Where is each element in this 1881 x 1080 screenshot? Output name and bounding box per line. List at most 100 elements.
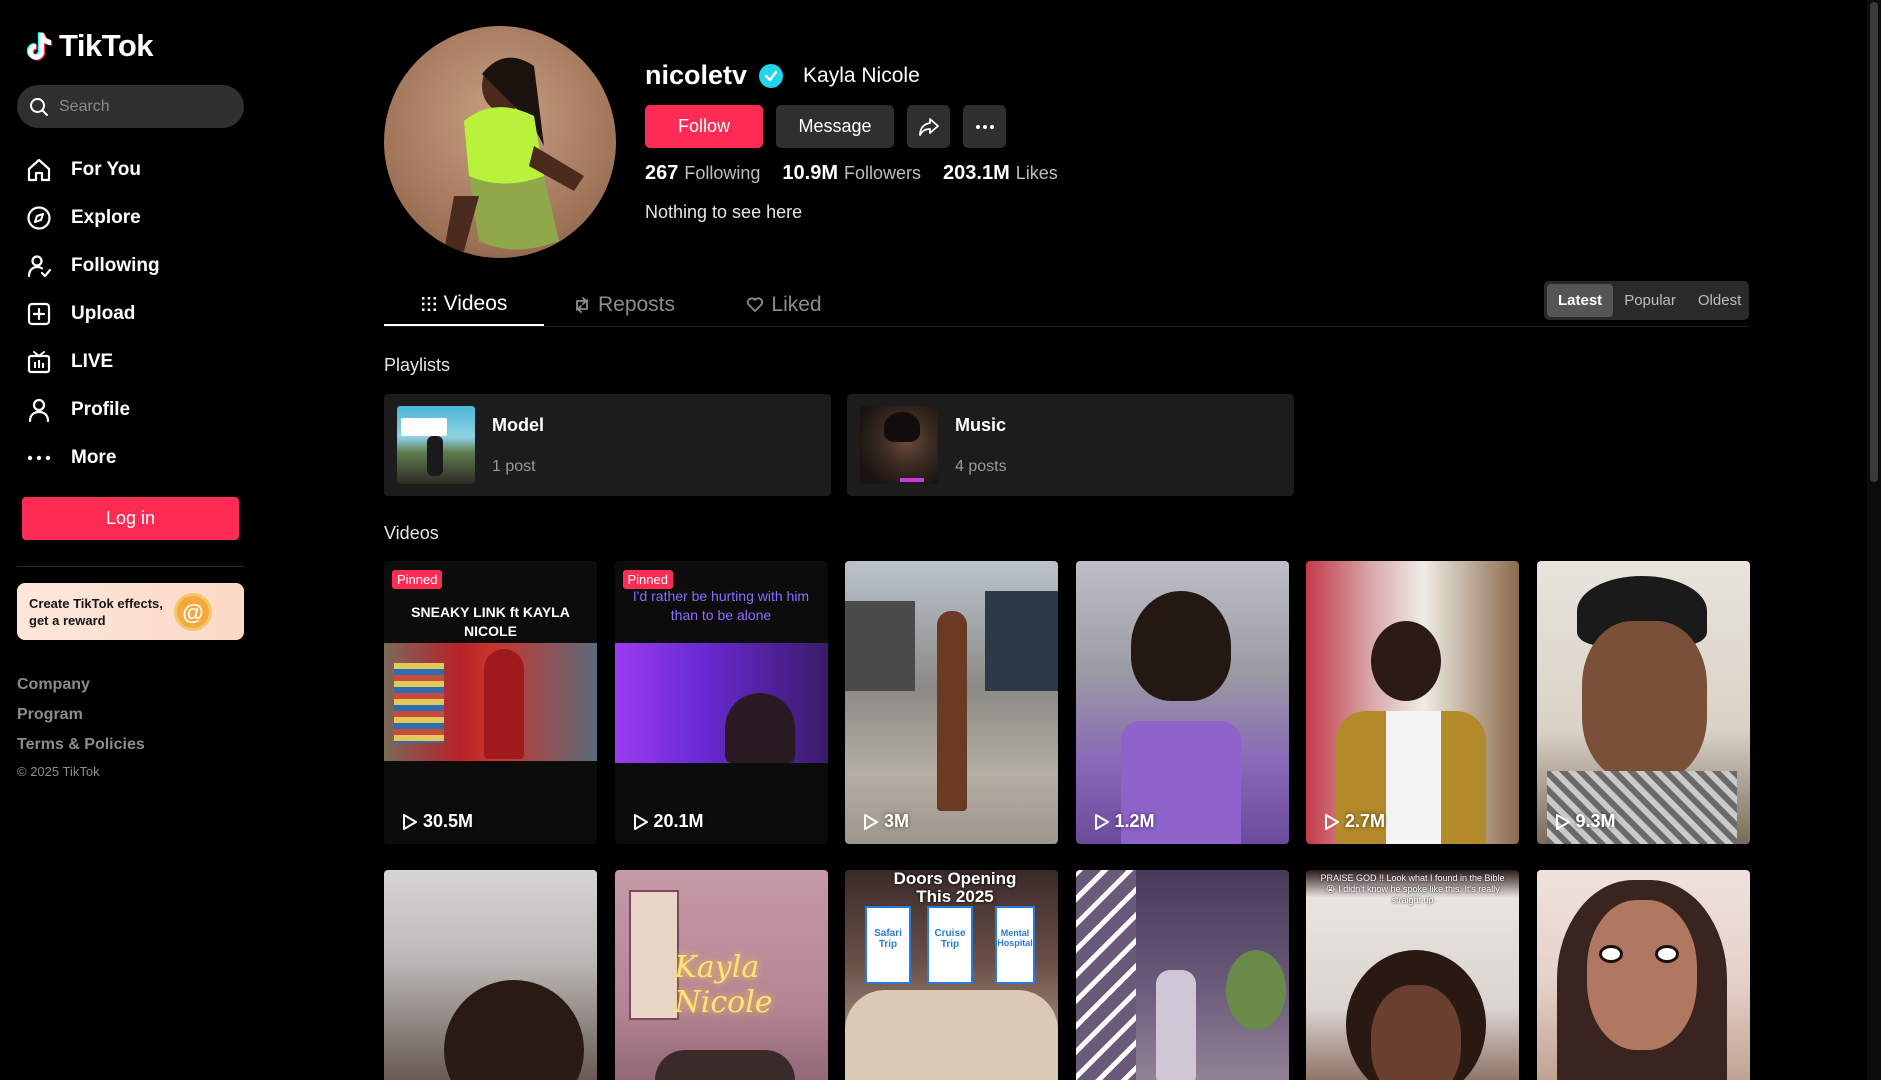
overlay-caption: PRAISE GOD !! Look what I found in the B… [1320, 873, 1505, 905]
video-card[interactable]: 9.3M [1536, 561, 1750, 844]
tab-videos[interactable]: Videos [384, 283, 544, 327]
upload-icon [25, 300, 53, 328]
video-thumbnail [845, 990, 1058, 1080]
avatar-image [444, 57, 584, 251]
tiktok-logo[interactable]: TikTok [25, 28, 154, 64]
follow-button[interactable]: Follow [645, 105, 763, 148]
video-card[interactable]: Pinned I'd rather be hurting with him th… [614, 561, 828, 844]
sidebar: TikTok For You Explore Following Upload … [0, 0, 260, 1080]
nav-item-profile[interactable]: Profile [25, 386, 245, 434]
video-card[interactable] [384, 870, 597, 1080]
video-card[interactable] [1075, 870, 1289, 1080]
heart-lock-icon [747, 297, 764, 312]
sort-toggle: Latest Popular Oldest [1544, 281, 1749, 320]
video-card[interactable] [1536, 870, 1750, 1080]
play-icon [864, 813, 878, 830]
copyright: © 2025 TikTok [17, 764, 100, 779]
nav-item-upload[interactable]: Upload [25, 290, 245, 338]
following-count: 267 [645, 162, 679, 184]
stat-following[interactable]: 267 Following [645, 162, 760, 185]
footer-link-terms[interactable]: Terms & Policies [17, 730, 145, 760]
login-button[interactable]: Log in [22, 497, 239, 540]
video-card[interactable]: Pinned SNEAKY LINK ft KAYLA NICOLE 30.5M [384, 561, 597, 844]
scrollbar-thumb[interactable] [1870, 2, 1878, 482]
view-count: 1.2M [1094, 811, 1155, 832]
profile-stats: 267 Following 10.9M Followers 203.1M Likes [645, 162, 1058, 185]
footer-link-program[interactable]: Program [17, 700, 145, 730]
video-card[interactable]: 1.2M [1075, 561, 1289, 844]
view-count-text: 9.3M [1575, 811, 1616, 831]
compass-icon [25, 204, 53, 232]
door-label: Safari Trip [874, 928, 902, 950]
video-thumbnail [384, 870, 597, 1080]
verified-badge-icon [759, 63, 784, 88]
followers-label: Followers [844, 163, 922, 183]
likes-label: Likes [1015, 163, 1058, 183]
profile-avatar [384, 26, 616, 258]
play-icon [1325, 813, 1339, 830]
play-icon [633, 813, 648, 830]
playlist-info: Model 1 post [492, 415, 544, 476]
search-bar[interactable] [17, 85, 244, 128]
video-thumbnail [1537, 870, 1750, 1080]
tabs-divider [384, 326, 1749, 327]
profile-name-row: nicoletv Kayla Nicole [645, 60, 920, 91]
view-count-text: 1.2M [1114, 811, 1155, 831]
video-thumbnail [1306, 561, 1519, 844]
playlist-card-music[interactable]: Music 4 posts [847, 394, 1294, 496]
footer-link-company[interactable]: Company [17, 670, 145, 700]
home-icon [25, 156, 53, 184]
stat-likes: 203.1M Likes [943, 162, 1058, 185]
sort-popular[interactable]: Popular [1613, 284, 1687, 317]
video-thumbnail [845, 561, 1058, 844]
video-card[interactable]: Kayla Nicole [614, 870, 828, 1080]
play-icon [403, 813, 417, 830]
nav-item-live[interactable]: LIVE [25, 338, 245, 386]
tab-liked[interactable]: Liked [704, 283, 864, 327]
sort-oldest[interactable]: Oldest [1687, 284, 1752, 317]
playlist-card-model[interactable]: Model 1 post [384, 394, 831, 496]
view-count-text: 20.1M [653, 811, 704, 831]
play-icon [1094, 813, 1109, 830]
effects-promo-banner[interactable]: Create TikTok effects, get a reward @ [17, 583, 244, 640]
promo-text: Create TikTok effects, get a reward [29, 596, 163, 628]
nav-label: LIVE [71, 351, 114, 372]
video-card[interactable]: Doors Opening This 2025 Safari Trip Crui… [845, 870, 1058, 1080]
nav-item-more[interactable]: More [25, 434, 245, 482]
live-icon [25, 348, 53, 376]
message-button[interactable]: Message [776, 105, 894, 148]
nav-label: More [71, 447, 117, 468]
sort-latest[interactable]: Latest [1547, 284, 1614, 317]
nav-label: Profile [71, 399, 131, 420]
nav-item-following[interactable]: Following [25, 242, 245, 290]
tiktok-note-icon [26, 32, 53, 61]
videos-heading: Videos [384, 523, 439, 543]
door-cruise: Cruise Trip [927, 906, 973, 984]
view-count-text: 2.7M [1345, 811, 1386, 831]
video-thumbnail [1306, 930, 1519, 1080]
tab-reposts[interactable]: Reposts [544, 283, 704, 327]
nav-item-explore[interactable]: Explore [25, 194, 245, 242]
stat-followers[interactable]: 10.9M Followers [782, 162, 921, 185]
nav-label: Explore [71, 207, 141, 228]
logo-text: TikTok [59, 28, 154, 63]
video-thumbnail [384, 643, 597, 761]
video-card[interactable]: 2.7M [1306, 561, 1519, 844]
tab-label: Reposts [597, 293, 676, 316]
view-count: 30.5M [402, 811, 473, 832]
play-icon [1555, 813, 1570, 830]
more-options-button[interactable] [963, 105, 1006, 148]
view-count: 9.3M [1555, 811, 1616, 832]
profile-actions: Follow Message [645, 105, 1006, 148]
view-count-text: 30.5M [423, 811, 474, 831]
tab-label: Videos [443, 291, 508, 315]
profile-bio: Nothing to see here [645, 202, 803, 222]
share-button[interactable] [907, 105, 950, 148]
view-count: 20.1M [633, 811, 704, 832]
nav-item-for-you[interactable]: For You [25, 146, 245, 194]
video-card[interactable]: 3M [845, 561, 1058, 844]
page-scrollbar[interactable] [1867, 0, 1881, 1080]
playlist-count: 4 posts [955, 457, 1007, 475]
search-input[interactable] [59, 97, 229, 116]
video-card[interactable]: PRAISE GOD !! Look what I found in the B… [1306, 870, 1519, 1080]
